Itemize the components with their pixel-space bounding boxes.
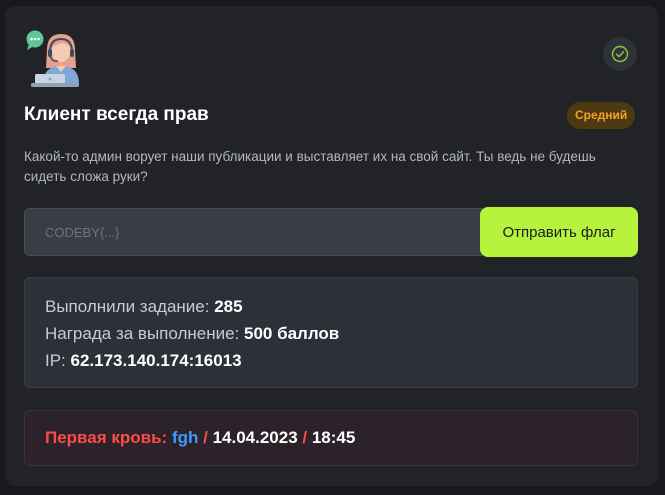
reward-value: 500 баллов [244, 324, 340, 343]
difficulty-badge: Средний [567, 102, 636, 129]
task-stats-panel: Выполнили задание: 285 Награда за выполн… [24, 277, 638, 388]
first-blood-label: Первая кровь: [45, 428, 172, 447]
solved-count-label: Выполнили задание: [45, 297, 215, 316]
ip-row: IP: 62.173.140.174:16013 [45, 347, 617, 374]
submit-flag-button[interactable]: Отправить флаг [480, 207, 638, 257]
flag-input[interactable] [24, 208, 482, 256]
solved-count-value: 285 [214, 297, 243, 316]
reward-label: Награда за выполнение: [45, 324, 244, 343]
status-check-button[interactable] [603, 37, 637, 71]
check-circle-icon [611, 45, 629, 63]
ip-label: IP: [45, 351, 71, 370]
task-card: Клиент всегда прав Средний Какой-то адми… [5, 6, 658, 486]
reward-row: Награда за выполнение: 500 баллов [45, 320, 617, 347]
first-blood-user-link[interactable]: fgh [172, 428, 198, 447]
ip-value: 62.173.140.174:16013 [70, 351, 242, 370]
solved-count-row: Выполнили задание: 285 [45, 293, 617, 320]
first-blood-time: 18:45 [311, 428, 356, 447]
separator: / [297, 428, 312, 447]
first-blood-panel: Первая кровь: fgh / 14.04.2023 / 18:45 [24, 410, 638, 466]
support-agent-avatar [25, 28, 83, 88]
task-title: Клиент всегда прав [24, 104, 209, 125]
separator: / [198, 428, 213, 447]
task-description: Какой-то админ ворует наши публикации и … [24, 149, 596, 184]
first-blood-date: 14.04.2023 [212, 428, 298, 447]
